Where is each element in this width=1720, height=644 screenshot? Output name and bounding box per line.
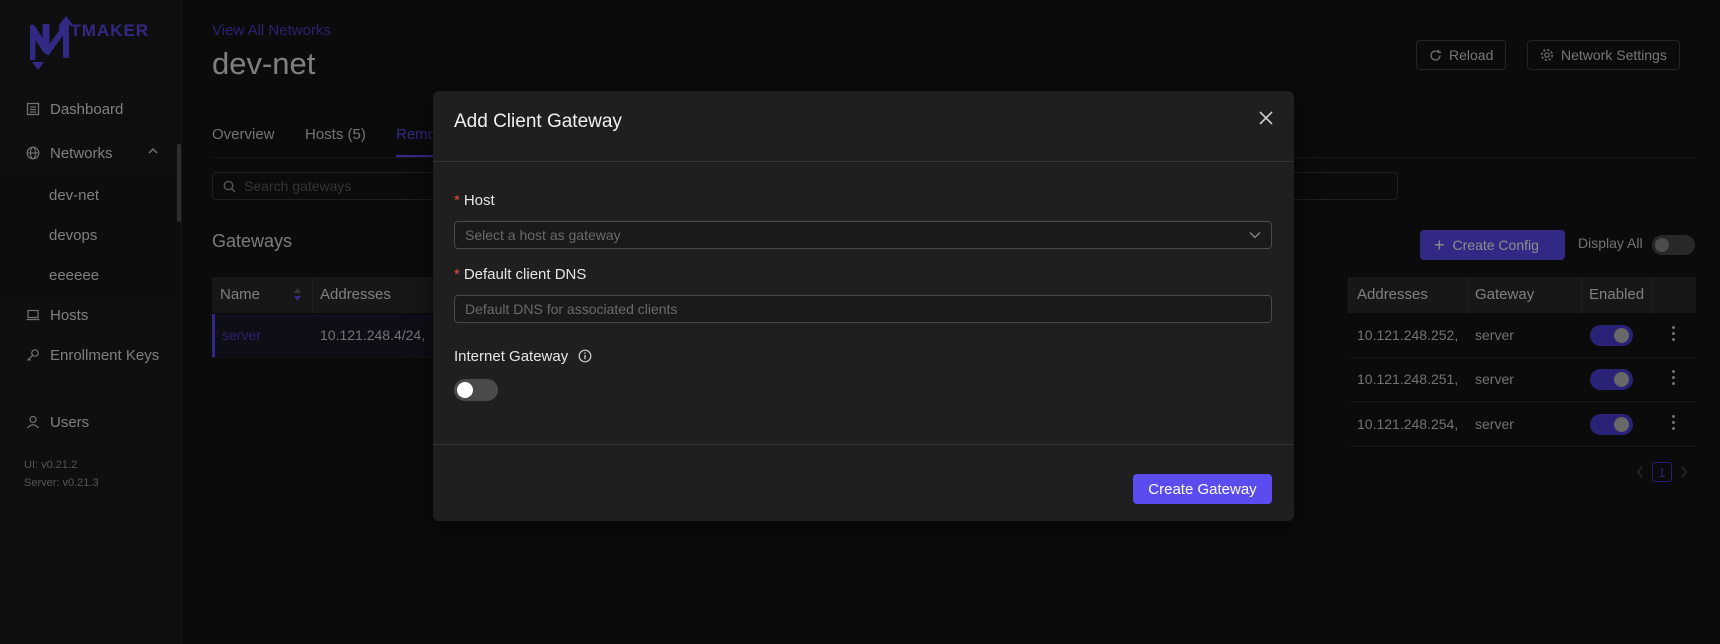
modal-header-divider — [433, 161, 1294, 162]
host-select[interactable]: Select a host as gateway — [454, 221, 1272, 249]
host-label: * Host — [454, 192, 495, 209]
add-client-gateway-modal: Add Client Gateway * Host Select a host a… — [433, 91, 1294, 521]
dns-label-text: Default client DNS — [463, 266, 587, 283]
dns-input[interactable]: Default DNS for associated clients — [454, 295, 1272, 323]
host-label-text: Host — [463, 192, 495, 209]
host-select-placeholder: Select a host as gateway — [465, 227, 621, 243]
required-marker: * — [454, 192, 460, 209]
modal-footer-divider — [433, 444, 1294, 445]
dns-label: * Default client DNS — [454, 266, 586, 283]
toggle-knob — [457, 382, 473, 398]
create-gateway-button[interactable]: Create Gateway — [1133, 474, 1272, 504]
required-marker: * — [454, 266, 460, 283]
info-icon[interactable] — [578, 349, 592, 363]
dns-input-placeholder: Default DNS for associated clients — [465, 301, 678, 317]
modal-title: Add Client Gateway — [454, 111, 622, 132]
chevron-down-icon — [1249, 232, 1261, 239]
close-icon[interactable] — [1256, 108, 1276, 128]
internet-gateway-label-text: Internet Gateway — [454, 348, 569, 365]
internet-gateway-toggle[interactable] — [454, 379, 498, 401]
internet-gateway-label: Internet Gateway — [454, 348, 592, 365]
